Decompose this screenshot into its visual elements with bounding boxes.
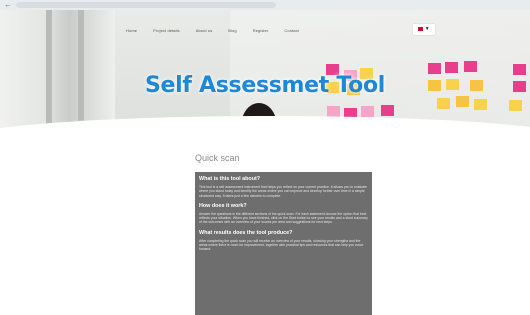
nav-project-details[interactable]: Project details xyxy=(153,28,180,33)
sticky-note xyxy=(437,98,450,109)
faq-answer: Answer the questions in the different se… xyxy=(199,211,368,225)
sticky-note xyxy=(361,106,374,117)
faq-answer: After completing the quick scan you will… xyxy=(199,238,364,252)
language-select[interactable]: ▼ xyxy=(413,24,435,35)
faq-question: How does it work? xyxy=(199,202,247,209)
nav-contact[interactable]: Contact xyxy=(284,28,299,33)
sticky-note xyxy=(445,62,458,73)
address-bar[interactable] xyxy=(16,2,276,8)
sticky-note xyxy=(327,106,340,117)
hero-title: Self Assessmet Tool xyxy=(144,73,386,98)
chevron-down-icon: ▼ xyxy=(424,26,430,32)
faq-answer: This tool is a self assessment instrumen… xyxy=(199,185,367,198)
info-panel: What is this tool about? This tool is a … xyxy=(195,172,372,315)
nav-blog[interactable]: Blog xyxy=(228,28,236,33)
nav-about-us[interactable]: About us xyxy=(196,28,213,33)
flag-icon xyxy=(418,26,424,31)
sticky-note xyxy=(509,100,522,111)
section-title: Quick scan xyxy=(195,153,240,163)
sticky-note xyxy=(464,61,477,72)
hero-banner: Home Project details About us Blog Regis… xyxy=(0,10,530,138)
faq-question: What results does the tool produce? xyxy=(199,229,293,236)
nav-home[interactable]: Home xyxy=(126,28,137,33)
sticky-note xyxy=(381,105,394,116)
faq-question: What is this tool about? xyxy=(199,176,261,182)
nav-register[interactable]: Register xyxy=(253,28,269,33)
arrow-left-icon[interactable]: ← xyxy=(4,0,12,10)
main-nav: Home Project details About us Blog Regis… xyxy=(126,26,299,34)
sticky-note xyxy=(474,99,487,110)
